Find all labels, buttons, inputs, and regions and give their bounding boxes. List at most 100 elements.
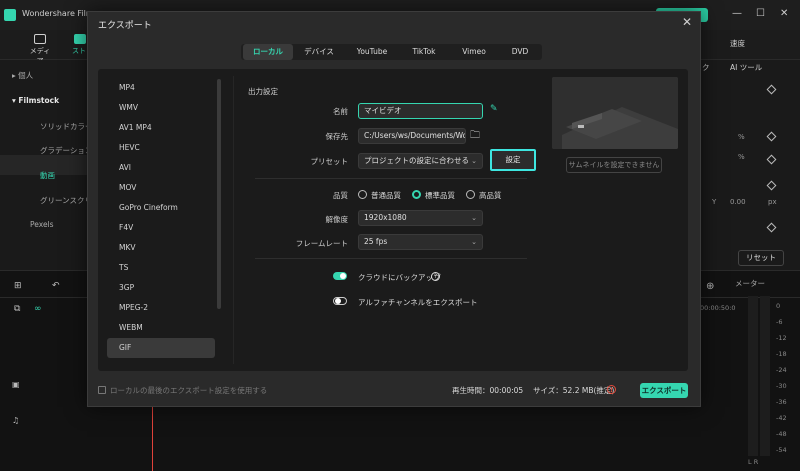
format-mp4[interactable]: MP4	[107, 78, 215, 98]
format-hevc[interactable]: HEVC	[107, 138, 215, 158]
format-mkv[interactable]: MKV	[107, 238, 215, 258]
ai-name-icon[interactable]: ✎	[490, 104, 498, 114]
quality-high-label[interactable]: 高品質	[479, 190, 502, 201]
save-path-input[interactable]: C:/Users/ws/Documents/Won	[358, 128, 466, 144]
quality-normal-label[interactable]: 普通品質	[371, 190, 401, 201]
resolution-select[interactable]: 1920x1080 ⌄	[358, 210, 483, 226]
format-avi[interactable]: AVI	[107, 158, 215, 178]
minimize-icon[interactable]: —	[732, 8, 742, 19]
resolution-label: 解像度	[325, 215, 349, 224]
tab-tiktok[interactable]: TikTok	[402, 44, 446, 60]
grid-icon[interactable]: ⊞	[14, 281, 22, 291]
export-button[interactable]: エクスポート	[640, 383, 688, 398]
thumbnail-button[interactable]: サムネイルを設定できません	[566, 157, 662, 173]
preset-value: プロジェクトの設定に合わせる	[364, 156, 469, 165]
format-ts[interactable]: TS	[107, 258, 215, 278]
sidebar-item-video[interactable]: 動画	[40, 170, 55, 181]
dialog-title: エクスポート	[98, 21, 152, 31]
size-text: サイズ：52.2 MB(推定)	[533, 386, 615, 395]
tab-youtube[interactable]: YouTube	[348, 44, 396, 60]
meter-left	[748, 296, 758, 456]
media-icon	[34, 34, 46, 44]
meter-right	[760, 296, 770, 456]
quality-high-radio[interactable]	[466, 190, 475, 199]
video-track-icon[interactable]: ▣	[12, 380, 20, 389]
close-icon[interactable]: ✕	[682, 15, 692, 29]
undo-icon[interactable]: ↶	[52, 281, 60, 291]
folder-icon[interactable]: 🗀	[470, 128, 480, 145]
db-tick: -54	[776, 446, 787, 454]
audio-track-icon[interactable]: ♫	[12, 416, 19, 425]
percent-unit: %	[738, 133, 745, 141]
sidebar-item-pexels[interactable]: Pexels	[30, 220, 54, 229]
framerate-label: フレームレート	[295, 239, 348, 248]
sidebar-item-solid[interactable]: ソリッドカラー	[40, 121, 93, 132]
right-panel	[700, 60, 800, 270]
thumbnail-preview	[552, 77, 678, 149]
reset-button[interactable]: リセット	[738, 250, 784, 266]
add-icon[interactable]: ⊕	[706, 281, 714, 292]
divider	[255, 258, 527, 259]
format-gif[interactable]: GIF	[107, 338, 215, 358]
chevron-down-icon: ⌄	[471, 157, 477, 165]
framerate-select[interactable]: 25 fps ⌄	[358, 234, 483, 250]
format-mpeg2[interactable]: MPEG-2	[107, 298, 215, 318]
maximize-icon[interactable]: ☐	[756, 8, 765, 19]
resolution-value: 1920x1080	[364, 213, 407, 222]
sidebar-item-gradient[interactable]: グラデーション	[40, 145, 92, 156]
divider	[255, 178, 527, 179]
sidebar-item-personal[interactable]: ▸ 個人	[12, 70, 33, 81]
tab-speed[interactable]: 速度	[730, 38, 745, 49]
tab-vimeo[interactable]: Vimeo	[452, 44, 496, 60]
y-label: Y	[712, 198, 717, 206]
format-gopro-cineform[interactable]: GoPro Cineform	[107, 198, 215, 218]
format-mov[interactable]: MOV	[107, 178, 215, 198]
warning-icon[interactable]: !	[607, 385, 616, 394]
preset-label: プリセット	[310, 157, 349, 166]
format-3gp[interactable]: 3GP	[107, 278, 215, 298]
format-av1-mp4[interactable]: AV1 MP4	[107, 118, 215, 138]
db-tick: -12	[776, 334, 787, 342]
quality-standard-label[interactable]: 標準品質	[425, 190, 455, 201]
cloud-backup-label: クラウドにバックアップ	[358, 273, 441, 282]
alpha-channel-label: アルファチャンネルをエクスポート	[358, 298, 478, 307]
thumbnail-image	[552, 77, 678, 149]
format-list-scrollbar[interactable]	[217, 79, 221, 309]
tab-ai-tools[interactable]: AI ツール	[730, 62, 762, 73]
meter-label: メーター	[735, 279, 765, 288]
y-value[interactable]: 0.00	[730, 198, 746, 206]
use-last-settings-checkbox[interactable]	[98, 386, 106, 394]
name-input[interactable]: マイビデオ	[358, 103, 483, 119]
db-tick: 0	[776, 302, 781, 310]
format-webm[interactable]: WEBM	[107, 318, 215, 338]
name-label: 名前	[333, 107, 348, 116]
quality-standard-radio[interactable]	[412, 190, 421, 199]
quality-normal-radio[interactable]	[358, 190, 367, 199]
link-icon[interactable]: ∞	[34, 304, 42, 314]
px-unit: px	[768, 198, 777, 206]
sidebar-item-filmstock[interactable]: ▾ Filmstock	[12, 96, 59, 105]
meter-lr: L R	[748, 458, 759, 466]
tab-stock[interactable]: スト	[72, 34, 88, 56]
tab-device[interactable]: デバイス	[296, 44, 342, 60]
db-tick: -48	[776, 430, 787, 438]
alpha-channel-toggle[interactable]	[333, 297, 347, 305]
tab-local[interactable]: ローカル	[243, 44, 293, 60]
format-f4v[interactable]: F4V	[107, 218, 215, 238]
percent-unit: %	[738, 153, 745, 161]
settings-button[interactable]: 設定	[490, 149, 536, 171]
add-track-icon[interactable]: ⧉	[14, 304, 20, 314]
cloud-backup-toggle[interactable]	[333, 272, 347, 280]
timecode: 00:00:50:0	[700, 304, 736, 312]
save-to-label: 保存先	[325, 132, 349, 141]
db-tick: -36	[776, 398, 787, 406]
format-wmv[interactable]: WMV	[107, 98, 215, 118]
use-last-settings-label[interactable]: ローカルの最後のエクスポート設定を使用する	[110, 385, 267, 396]
tab-dvd[interactable]: DVD	[500, 44, 540, 60]
tab-k[interactable]: ク	[702, 62, 710, 73]
help-icon[interactable]: ?	[431, 272, 440, 281]
divider	[233, 76, 234, 364]
db-tick: -30	[776, 382, 787, 390]
preset-select[interactable]: プロジェクトの設定に合わせる ⌄	[358, 153, 483, 169]
close-window-icon[interactable]: ✕	[780, 8, 788, 19]
